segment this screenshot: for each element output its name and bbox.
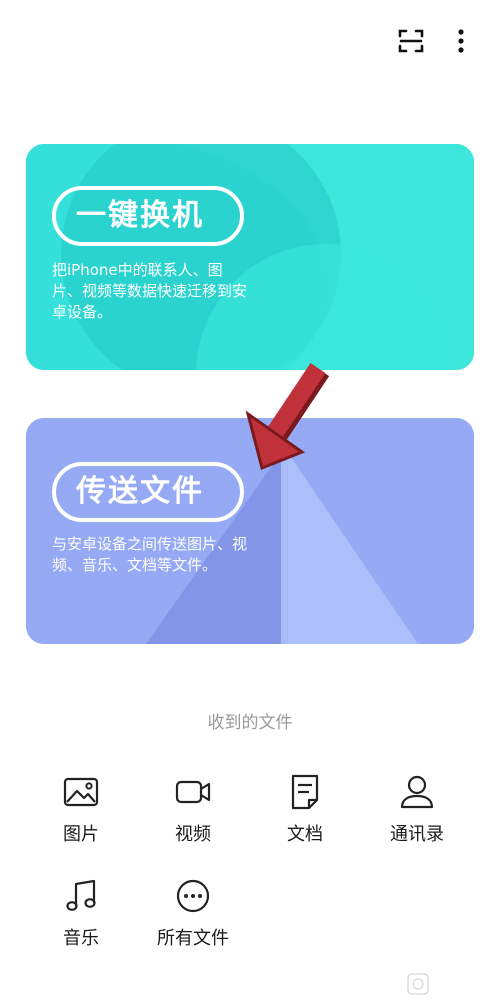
watermark: 玩转手机摄影 ID:71180582 xyxy=(404,968,500,1000)
more-horizontal-icon xyxy=(176,879,210,913)
category-label: 音乐 xyxy=(63,928,99,949)
transfer-desc-line: 频、音乐、文档等文件。 xyxy=(52,556,218,574)
watermark-id: ID:71180582 xyxy=(432,983,497,994)
category-label: 视频 xyxy=(175,824,211,845)
music-icon xyxy=(66,879,96,911)
video-icon xyxy=(175,780,211,804)
category-label: 图片 xyxy=(63,824,99,845)
category-music[interactable]: 音乐 xyxy=(26,876,136,950)
phone-clone-desc-line: 卓设备。 xyxy=(52,303,113,321)
scan-icon[interactable] xyxy=(396,26,426,56)
category-videos[interactable]: 视频 xyxy=(138,772,248,846)
document-icon xyxy=(291,774,319,810)
more-vertical-icon[interactable] xyxy=(448,26,474,56)
top-bar xyxy=(0,0,500,80)
transfer-files-title: 传送文件 xyxy=(52,462,244,522)
phone-clone-desc-line: 片、视频等数据快速迁移到安 xyxy=(52,282,248,300)
phone-clone-title: 一键换机 xyxy=(52,186,244,246)
transfer-desc-line: 与安卓设备之间传送图片、视 xyxy=(52,535,248,553)
card-background-shapes xyxy=(26,144,474,370)
transfer-files-description: 与安卓设备之间传送图片、视 频、音乐、文档等文件。 xyxy=(52,534,277,576)
received-files-title: 收到的文件 xyxy=(207,713,293,733)
category-contacts[interactable]: 通讯录 xyxy=(362,772,472,846)
phone-clone-card[interactable]: 一键换机 把iPhone中的联系人、图 片、视频等数据快速迁移到安 卓设备。 xyxy=(26,144,474,370)
arrow-down-left-icon xyxy=(240,358,340,476)
category-all-files[interactable]: 所有文件 xyxy=(138,876,248,950)
image-icon xyxy=(63,777,99,807)
category-label: 文档 xyxy=(287,824,323,845)
watermark-logo-icon xyxy=(407,973,429,995)
contact-icon xyxy=(400,775,434,809)
category-label: 所有文件 xyxy=(157,928,229,949)
phone-clone-description: 把iPhone中的联系人、图 片、视频等数据快速迁移到安 卓设备。 xyxy=(52,260,277,323)
category-images[interactable]: 图片 xyxy=(26,772,136,846)
category-documents[interactable]: 文档 xyxy=(250,772,360,846)
category-label: 通讯录 xyxy=(390,824,444,845)
phone-clone-desc-line: 把iPhone中的联系人、图 xyxy=(52,261,223,279)
